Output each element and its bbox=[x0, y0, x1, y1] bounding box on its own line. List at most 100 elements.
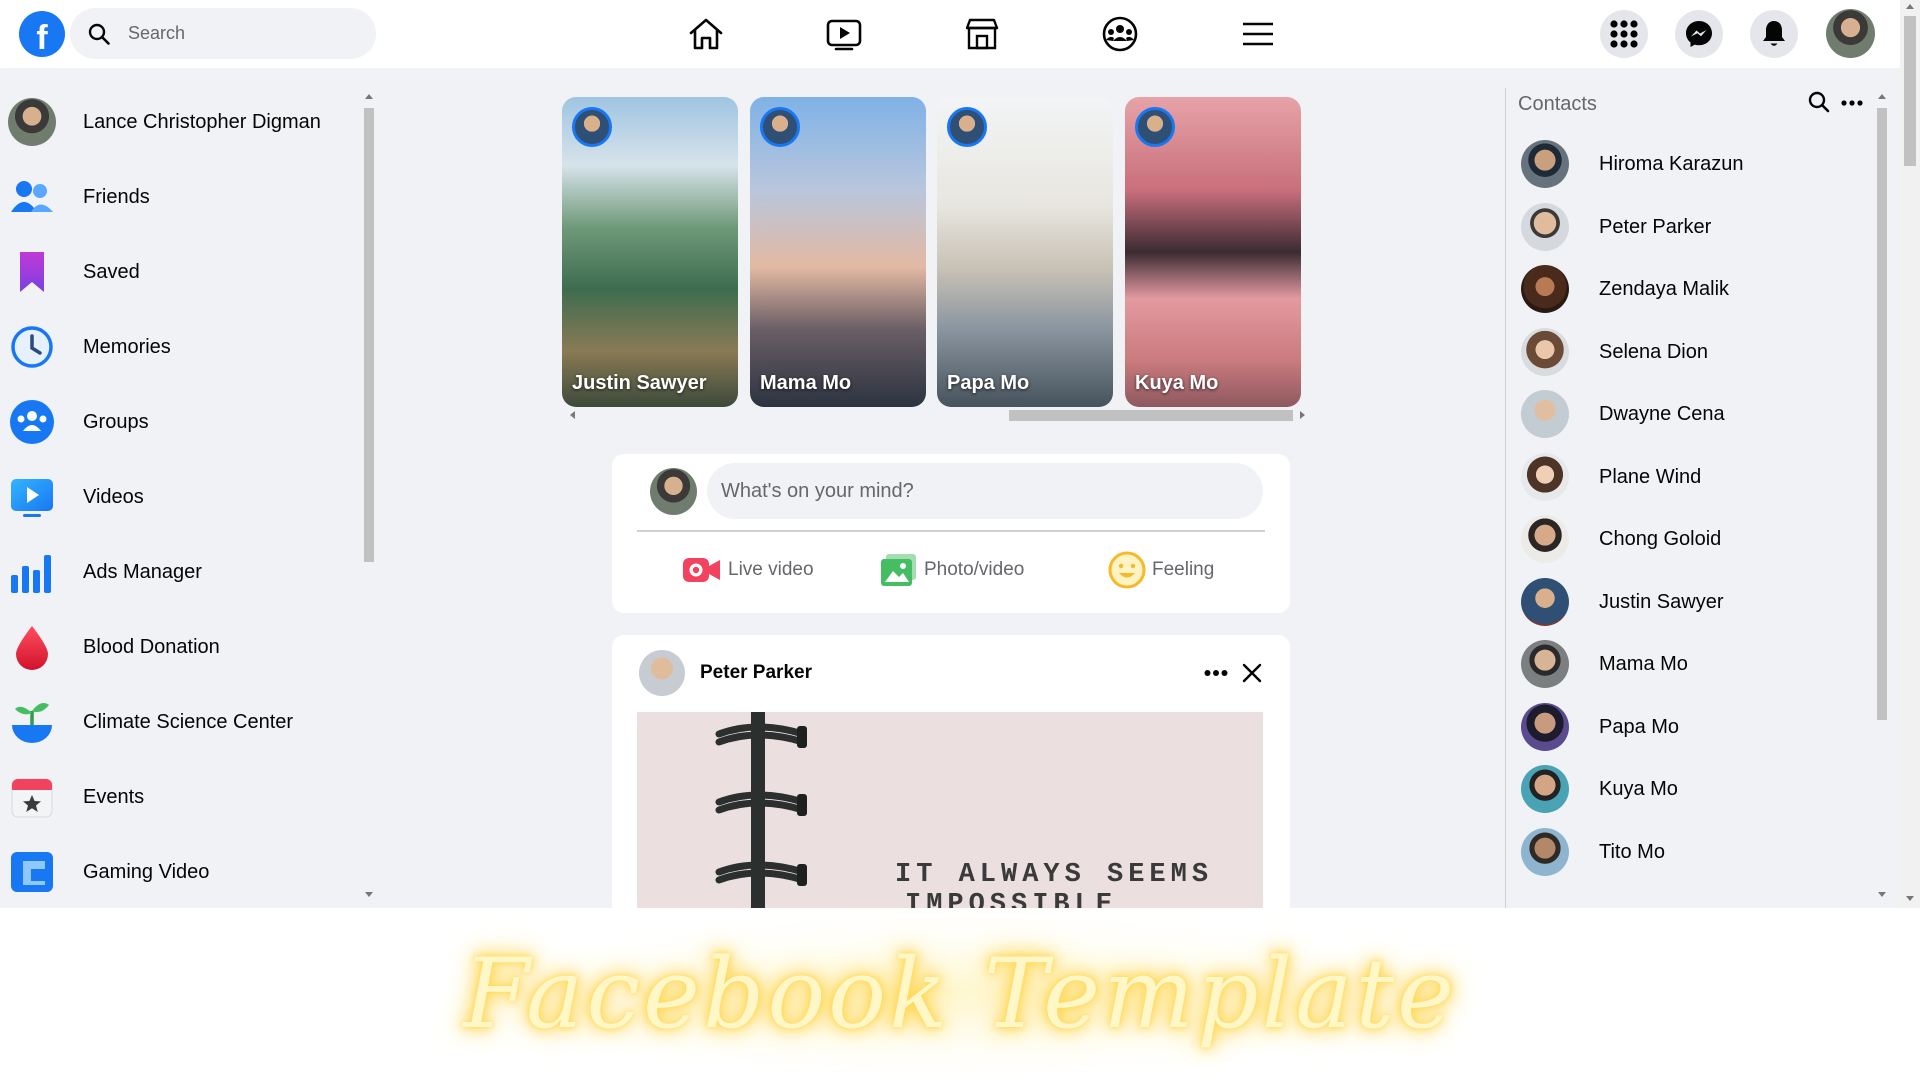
story-name: Kuya Mo bbox=[1135, 372, 1219, 394]
story-avatar bbox=[1135, 107, 1175, 147]
contact-item[interactable]: Dwayne Cena bbox=[1521, 386, 1881, 442]
main-area: Lance Christopher Digman Friends Saved M… bbox=[0, 68, 1920, 908]
sidebar-item-label: Videos bbox=[83, 485, 144, 508]
contact-avatar bbox=[1521, 453, 1569, 501]
contact-name: Kuya Mo bbox=[1599, 777, 1678, 800]
saved-icon bbox=[8, 248, 56, 296]
story-avatar bbox=[947, 107, 987, 147]
sidebar-item-videos[interactable]: Videos bbox=[8, 467, 358, 527]
story-name: Justin Sawyer bbox=[572, 372, 707, 394]
profile-avatar bbox=[650, 468, 697, 515]
contact-avatar bbox=[1521, 640, 1569, 688]
search-icon[interactable] bbox=[1807, 90, 1833, 116]
post-author-avatar[interactable] bbox=[639, 650, 685, 696]
photo-video-button[interactable]: Photo/video bbox=[880, 548, 1024, 592]
more-options-icon[interactable] bbox=[1838, 90, 1866, 116]
post-image-text: IMPOSSIBLE bbox=[905, 890, 1118, 908]
sidebar-item-climate-science-center[interactable]: Climate Science Center bbox=[8, 692, 358, 752]
post-image[interactable]: IT ALWAYS SEEMS IMPOSSIBLE bbox=[637, 712, 1263, 908]
profile-avatar bbox=[8, 98, 56, 146]
contact-item[interactable]: Peter Parker bbox=[1521, 199, 1881, 255]
feeling-button[interactable]: Feeling bbox=[1108, 548, 1214, 592]
contact-item[interactable]: Zendaya Malik bbox=[1521, 261, 1881, 317]
story-card[interactable]: Justin Sawyer bbox=[562, 97, 738, 407]
facebook-logo-icon[interactable]: f bbox=[19, 11, 65, 57]
contact-item[interactable]: Justin Sawyer bbox=[1521, 574, 1881, 630]
contact-item[interactable]: Chong Goloid bbox=[1521, 511, 1881, 567]
sidebar-item-memories[interactable]: Memories bbox=[8, 317, 358, 377]
home-icon[interactable] bbox=[684, 12, 728, 56]
action-label: Live video bbox=[728, 559, 814, 580]
contact-item[interactable]: Kuya Mo bbox=[1521, 761, 1881, 817]
template-banner: Facebook Template bbox=[0, 908, 1920, 1080]
stories-scrollbar[interactable] bbox=[562, 408, 1306, 422]
contact-avatar bbox=[1521, 828, 1569, 876]
sidebar-scrollbar[interactable] bbox=[362, 92, 376, 902]
contact-name: Dwayne Cena bbox=[1599, 402, 1725, 425]
contact-item[interactable]: Mama Mo bbox=[1521, 636, 1881, 692]
sidebar-item-label: Saved bbox=[83, 260, 140, 283]
contact-avatar bbox=[1521, 390, 1569, 438]
story-name: Mama Mo bbox=[760, 372, 852, 394]
profile-avatar[interactable] bbox=[1826, 9, 1875, 58]
search-icon bbox=[88, 23, 110, 45]
post-composer: Live video Photo/video Feeling bbox=[612, 454, 1290, 613]
sidebar-item-friends[interactable]: Friends bbox=[8, 167, 358, 227]
story-avatar bbox=[572, 107, 612, 147]
live-video-button[interactable]: Live video bbox=[682, 548, 814, 592]
messenger-icon[interactable] bbox=[1675, 10, 1723, 58]
sidebar-item-ads-manager[interactable]: Ads Manager bbox=[8, 542, 358, 602]
story-card[interactable]: Papa Mo bbox=[937, 97, 1113, 407]
contact-name: Zendaya Malik bbox=[1599, 277, 1730, 300]
story-avatar bbox=[760, 107, 800, 147]
post-image-text: IT ALWAYS SEEMS bbox=[895, 860, 1214, 890]
contact-name: Papa Mo bbox=[1599, 715, 1680, 738]
search-box[interactable] bbox=[70, 8, 376, 59]
notifications-icon[interactable] bbox=[1750, 10, 1798, 58]
sidebar-item-groups[interactable]: Groups bbox=[8, 392, 358, 452]
watch-icon[interactable] bbox=[822, 12, 866, 56]
action-label: Photo/video bbox=[924, 559, 1025, 580]
marketplace-icon[interactable] bbox=[960, 12, 1004, 56]
gaming-icon bbox=[8, 848, 56, 896]
feeling-icon bbox=[1108, 551, 1146, 589]
banner-title: Facebook Template bbox=[463, 938, 1457, 1050]
live-video-icon bbox=[683, 558, 720, 582]
ads-manager-icon bbox=[8, 548, 56, 596]
apps-grid-icon[interactable] bbox=[1600, 10, 1648, 58]
contact-name: Peter Parker bbox=[1599, 215, 1712, 238]
menu-icon[interactable] bbox=[1236, 12, 1280, 56]
contact-item[interactable]: Hiroma Karazun bbox=[1521, 136, 1881, 192]
events-icon bbox=[8, 773, 56, 821]
feed-post: Peter Parker IT ALWAYS SEEMS IMPOSSIBLE bbox=[612, 635, 1290, 908]
contact-item[interactable]: Papa Mo bbox=[1521, 699, 1881, 755]
sidebar-item-label: Friends bbox=[83, 185, 150, 208]
contact-name: Plane Wind bbox=[1599, 465, 1702, 488]
contact-item[interactable]: Plane Wind bbox=[1521, 449, 1881, 505]
status-input[interactable] bbox=[707, 463, 1263, 519]
blood-donation-icon bbox=[8, 623, 56, 671]
contact-name: Tito Mo bbox=[1599, 840, 1665, 863]
story-card[interactable]: Mama Mo bbox=[750, 97, 926, 407]
sidebar-item-label: Climate Science Center bbox=[83, 710, 294, 733]
contact-item[interactable]: Selena Dion bbox=[1521, 324, 1881, 380]
more-options-icon[interactable] bbox=[1200, 657, 1232, 689]
search-input[interactable] bbox=[128, 8, 358, 59]
sidebar-item-events[interactable]: Events bbox=[8, 767, 358, 827]
sidebar-item-blood-donation[interactable]: Blood Donation bbox=[8, 617, 358, 677]
sidebar-item-gaming-video[interactable]: Gaming Video bbox=[8, 842, 358, 902]
groups-icon[interactable] bbox=[1098, 12, 1142, 56]
contact-item[interactable]: Tito Mo bbox=[1521, 824, 1881, 880]
notebook-spiral bbox=[715, 712, 807, 908]
close-icon[interactable] bbox=[1236, 657, 1268, 689]
action-label: Feeling bbox=[1152, 559, 1215, 580]
sidebar-item-profile[interactable]: Lance Christopher Digman bbox=[8, 92, 358, 152]
page-scrollbar[interactable] bbox=[1900, 0, 1920, 908]
sidebar-item-label: Groups bbox=[83, 410, 149, 433]
sidebar-item-label: Events bbox=[83, 785, 145, 808]
sidebar-item-saved[interactable]: Saved bbox=[8, 242, 358, 302]
story-card[interactable]: Kuya Mo bbox=[1125, 97, 1301, 407]
contacts-scrollbar[interactable] bbox=[1875, 92, 1889, 902]
contact-avatar bbox=[1521, 265, 1569, 313]
post-author-name[interactable]: Peter Parker bbox=[700, 662, 812, 684]
